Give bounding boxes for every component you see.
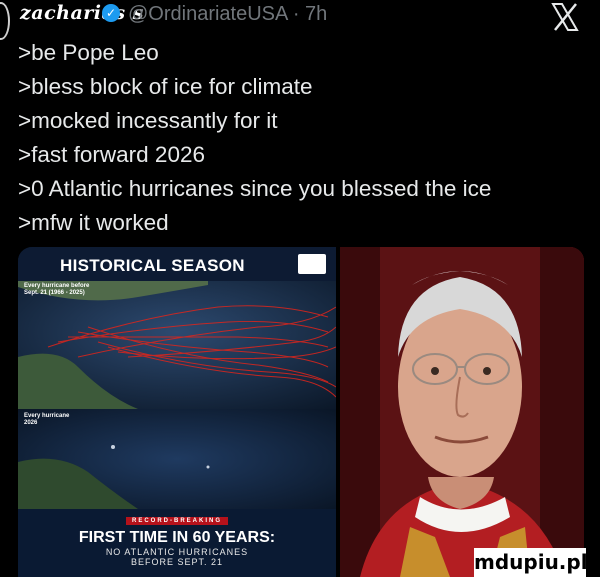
map-subline-1: NO ATLANTIC HURRICANES	[105, 547, 249, 557]
weather-channel-logo-icon	[298, 254, 326, 274]
post-line-4: >fast forward 2026	[18, 142, 205, 167]
post-line-6: >mfw it worked	[18, 210, 169, 235]
post-text: >be Pope Leo >bless block of ice for cli…	[18, 36, 598, 240]
x-logo-icon[interactable]	[548, 0, 582, 34]
post-line-3: >mocked incessantly for it	[18, 108, 278, 133]
map-subline-2: BEFORE SEPT. 21	[130, 557, 224, 567]
map-title-bar: HISTORICAL SEASON	[18, 247, 336, 281]
map-bottom-banner: RECORD-BREAKING FIRST TIME IN 60 YEARS: …	[18, 509, 336, 577]
map-title: HISTORICAL SEASON	[60, 256, 245, 275]
hurricane-map-image[interactable]: HISTORICAL SEASON Every hurricane before…	[18, 247, 336, 577]
record-breaking-chip: RECORD-BREAKING	[126, 517, 228, 525]
avatar[interactable]	[0, 2, 10, 40]
post-line-1: >be Pope Leo	[18, 40, 159, 65]
pope-portrait-graphic	[340, 247, 584, 577]
map-label-historical: Every hurricane before Sept. 21 (1966 - …	[24, 283, 90, 296]
map-label-2026: Every hurricane 2026	[24, 413, 70, 426]
display-name[interactable]: zacharias s	[20, 2, 144, 24]
post-header: zacharias s ✓ @OrdinariateUSA · 7h	[0, 0, 600, 40]
post-line-2: >bless block of ice for climate	[18, 74, 313, 99]
post-line-5: >0 Atlantic hurricanes since you blessed…	[18, 176, 492, 201]
handle-and-time[interactable]: @OrdinariateUSA · 7h	[128, 3, 327, 26]
pope-photo-image[interactable]	[340, 247, 584, 577]
verified-badge-icon: ✓	[102, 4, 120, 22]
watermark: mdupiu.pl	[474, 548, 588, 577]
map-headline: FIRST TIME IN 60 YEARS:	[78, 529, 276, 546]
